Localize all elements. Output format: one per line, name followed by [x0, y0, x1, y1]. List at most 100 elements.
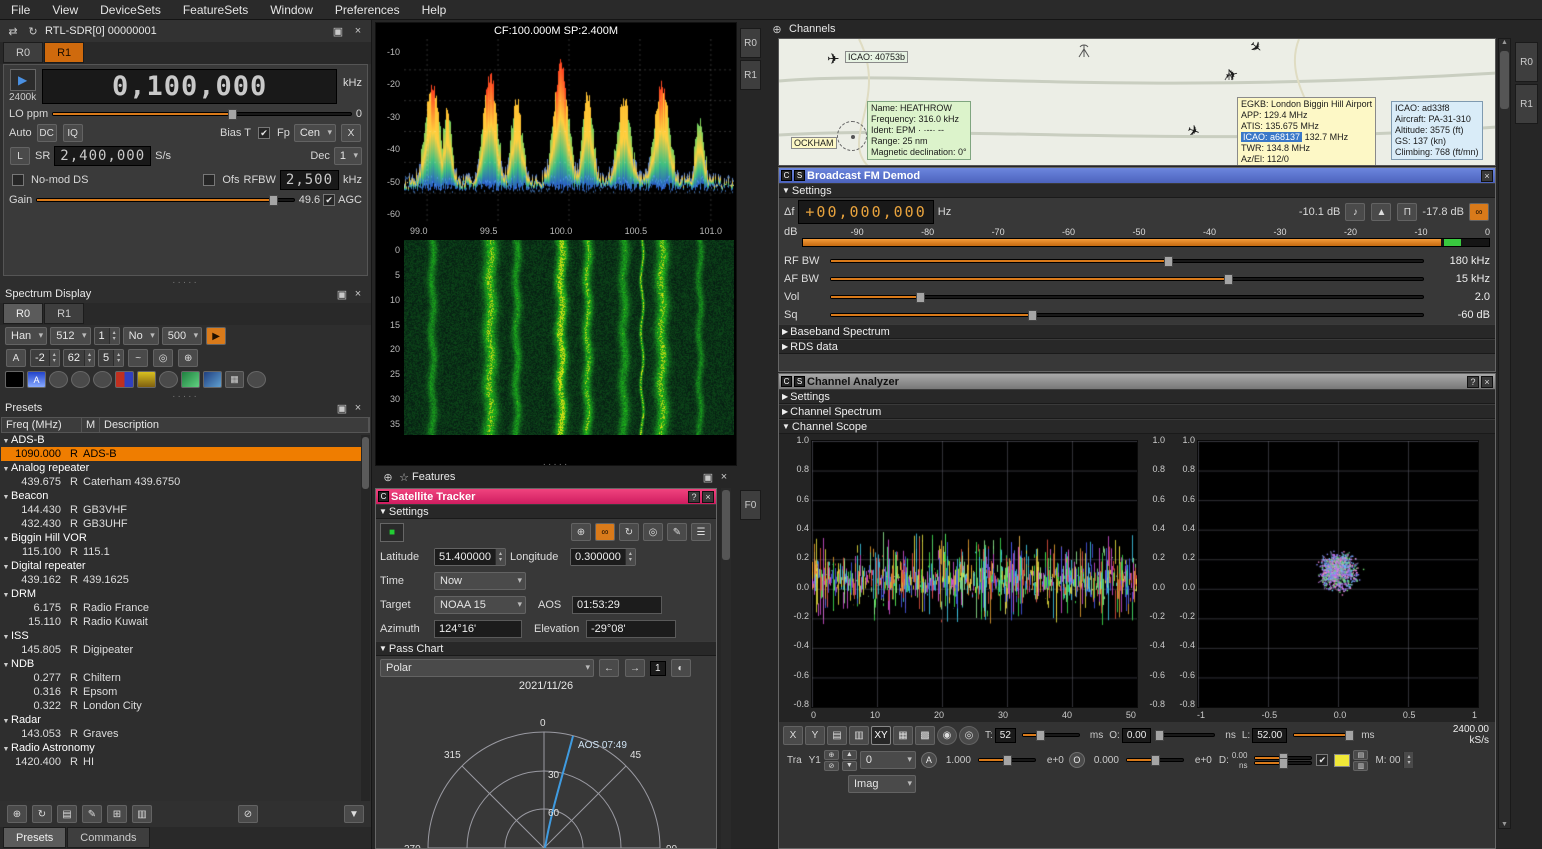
preset-group-row[interactable]: ISS	[1, 629, 370, 643]
squelch-slider[interactable]	[830, 313, 1424, 317]
fft-size-select[interactable]: 512	[50, 327, 90, 345]
preset-row[interactable]: 143.053RGraves	[1, 727, 370, 741]
add-channel-icon[interactable]: ⊕	[769, 22, 785, 36]
close-window-icon[interactable]: ×	[350, 287, 366, 301]
x-only-button[interactable]: X	[783, 726, 803, 745]
trace-up-icon[interactable]: ▲	[842, 750, 857, 760]
aircraft-info-box[interactable]: ICAO: ad33f8Aircraft: PA-31-310Altitude:…	[1391, 101, 1483, 160]
volume-slider[interactable]	[830, 295, 1424, 299]
channel-analyzer-titlebar[interactable]: C S Channel Analyzer ? ×	[779, 374, 1495, 389]
fc-position-select[interactable]: Cen	[294, 124, 336, 142]
refresh-rate-select[interactable]: 500	[162, 327, 202, 345]
tab-presets[interactable]: Presets	[3, 827, 66, 848]
close-icon[interactable]: ×	[1481, 170, 1493, 182]
trace-mode-select[interactable]: Imag	[848, 775, 916, 793]
amp-slider[interactable]	[978, 758, 1036, 762]
iq-correction-button[interactable]: IQ	[63, 124, 83, 142]
trace-color-swatch[interactable]	[1334, 754, 1350, 767]
no-mod-ds-checkbox[interactable]	[12, 174, 24, 186]
baseband-spectrum-collapse-bar[interactable]: Baseband Spectrum	[779, 324, 1495, 339]
egkb-airport-box[interactable]: EGKB: London Biggin Hill Airport APP: 12…	[1237, 97, 1376, 166]
fm-demod-titlebar[interactable]: C S Broadcast FM Demod ×	[779, 168, 1495, 183]
prev-pass-icon[interactable]: ←	[599, 659, 619, 677]
heathrow-info-box[interactable]: Name: HEATHROWFrequency: 316.0 kHzIdent:…	[867, 101, 971, 160]
fft-window-select[interactable]: Han	[5, 327, 47, 345]
column-description[interactable]: Description	[100, 418, 369, 432]
marker-target-icon[interactable]: ⊕	[178, 349, 198, 367]
range-spinner[interactable]: 62	[63, 349, 95, 367]
tab-r1[interactable]: R1	[44, 42, 84, 63]
stereo-toggle-button[interactable]: ∞	[1469, 203, 1489, 221]
autoscale-button[interactable]: A	[6, 349, 26, 367]
gradient-color-button[interactable]: A	[27, 371, 46, 388]
trace-visible-checkbox[interactable]	[1316, 754, 1328, 766]
time-offset-slider[interactable]	[1157, 733, 1215, 737]
column-freq[interactable]: Freq (MHz)	[2, 418, 82, 432]
latitude-field[interactable]: 51.400000	[434, 548, 506, 566]
preset-row[interactable]: 0.322RLondon City	[1, 699, 370, 713]
rds-data-collapse-bar[interactable]: RDS data	[779, 339, 1495, 354]
phosphor-icon[interactable]: ◎	[153, 349, 173, 367]
preset-group-row[interactable]: NDB	[1, 657, 370, 671]
time-select[interactable]: Now	[434, 572, 526, 590]
averaging-spinner[interactable]: 1	[94, 327, 120, 345]
channel-s-chip[interactable]: S	[794, 170, 805, 181]
gain-slider[interactable]	[36, 198, 294, 202]
swap-device-icon[interactable]: ⇄	[5, 24, 21, 38]
menu-item[interactable]: FeatureSets	[172, 1, 259, 19]
truncate-button[interactable]	[247, 371, 266, 388]
add-satellite-icon[interactable]: ⊕	[571, 523, 591, 541]
preset-row[interactable]: 1420.400RHI	[1, 755, 370, 769]
points-style-icon[interactable]: ◎	[959, 726, 979, 745]
pilot-icon[interactable]: Π	[1397, 203, 1417, 221]
menu-item[interactable]: File	[0, 1, 41, 19]
ref-level-spinner[interactable]: -2	[30, 349, 60, 367]
target-select[interactable]: NOAA 15	[434, 596, 526, 614]
grid-intensity-button[interactable]: ▦	[225, 371, 244, 388]
aircraft-icao-chip[interactable]: ICAO: 40753b	[845, 51, 908, 63]
adsb-map[interactable]: ✈ ICAO: 40753b ✈ ✈ ✈ ✈ OCKHAM Name: HEAT…	[778, 38, 1496, 166]
grid-toggle-button[interactable]	[49, 371, 68, 388]
line-style-icon[interactable]: ◉	[937, 726, 957, 745]
preset-row[interactable]: 439.162R439.1625	[1, 573, 370, 587]
preset-row[interactable]: 115.100R115.1	[1, 545, 370, 559]
trace-select[interactable]: 0	[860, 751, 916, 769]
audio-mute-button[interactable]: ♪	[1345, 203, 1365, 221]
channel-spectrum-collapse-bar[interactable]: Channel Spectrum	[779, 404, 1495, 419]
menu-item[interactable]: Window	[259, 1, 324, 19]
trace-down-icon[interactable]: ▼	[842, 761, 857, 771]
column-m[interactable]: M	[82, 418, 100, 432]
transverter-button[interactable]: X	[341, 124, 361, 142]
memory-spinner[interactable]	[1403, 752, 1413, 768]
avg-mode-select[interactable]: No	[123, 327, 159, 345]
preset-row[interactable]: 145.805RDigipeater	[1, 643, 370, 657]
add-trace-icon[interactable]: ⊕	[824, 750, 839, 760]
preset-row[interactable]: 0.316REpsom	[1, 685, 370, 699]
feature-tab-f0[interactable]: F0	[740, 490, 761, 520]
offset-slider[interactable]	[1126, 758, 1184, 762]
xy-display-button[interactable]: XY	[871, 726, 891, 745]
presets-scrollbar[interactable]	[361, 435, 370, 801]
lo-ppm-slider[interactable]	[52, 112, 352, 116]
y-only-button[interactable]: Y	[805, 726, 825, 745]
channel-frequency-display[interactable]: +00,000,000	[798, 200, 933, 224]
menu-item[interactable]: View	[41, 1, 89, 19]
close-icon[interactable]: ×	[702, 491, 714, 503]
update-tle-icon[interactable]: ↻	[619, 523, 639, 541]
panel-drag-handle[interactable]	[0, 390, 371, 399]
save-trace-icon[interactable]: ▤	[1353, 750, 1368, 760]
channel-scope-collapse-bar[interactable]: Channel Scope	[779, 419, 1495, 434]
edit-icon[interactable]: ✎	[667, 523, 687, 541]
longitude-field[interactable]: 0.300000	[570, 548, 636, 566]
close-window-icon[interactable]: ×	[350, 401, 366, 415]
tab-r1[interactable]: R1	[44, 303, 84, 324]
preset-row[interactable]: 6.175RRadio France	[1, 601, 370, 615]
preset-group-row[interactable]: DRM	[1, 587, 370, 601]
decay-curve-icon[interactable]: ~	[128, 349, 148, 367]
horizontal-split-icon[interactable]: ▤	[827, 726, 847, 745]
popout-window-icon[interactable]: ▣	[334, 287, 350, 301]
invert-waterfall-button[interactable]	[159, 371, 178, 388]
agc-checkbox[interactable]	[323, 194, 335, 206]
trace-toggle-button[interactable]	[93, 371, 112, 388]
decimation-select[interactable]: 1	[334, 147, 362, 165]
